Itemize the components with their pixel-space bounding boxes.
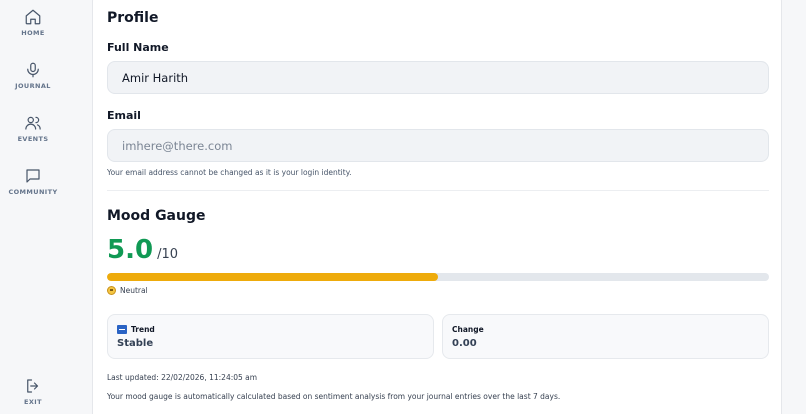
email-hint: Your email address cannot be changed as … xyxy=(107,168,352,177)
neutral-face-icon xyxy=(107,286,116,295)
home-icon xyxy=(25,9,41,25)
trend-label-row: Trend xyxy=(117,325,155,334)
mood-score-max: /10 xyxy=(157,247,178,262)
exit-label: EXIT xyxy=(24,398,42,406)
profile-card: Profile Full Name Amir Harith Email imhe… xyxy=(92,0,782,414)
sidebar-item-label: EVENTS xyxy=(17,135,49,143)
mood-score: 5.0 /10 xyxy=(107,235,178,265)
sidebar: HOME JOURNAL EVENTS COMMUNITY EXIT xyxy=(0,0,66,414)
change-card: Change 0.00 xyxy=(442,314,769,359)
mood-status-label: Neutral xyxy=(120,286,148,295)
last-updated: Last updated: 22/02/2026, 11:24:05 am xyxy=(107,373,258,382)
full-name-input[interactable]: Amir Harith xyxy=(107,61,769,94)
sidebar-item-label: HOME xyxy=(21,29,45,37)
profile-title: Profile xyxy=(107,10,159,26)
trend-value: Stable xyxy=(117,338,154,349)
chat-icon xyxy=(26,169,40,183)
section-divider xyxy=(107,190,769,191)
mood-score-value: 5.0 xyxy=(107,235,154,265)
trend-label: Trend xyxy=(131,325,155,334)
mood-progress-track xyxy=(107,273,769,281)
trend-card: Trend Stable xyxy=(107,314,434,359)
email-field: imhere@there.com xyxy=(107,129,769,162)
sidebar-item-label: COMMUNITY xyxy=(8,188,58,196)
sidebar-item-community[interactable]: COMMUNITY xyxy=(0,167,66,196)
email-value: imhere@there.com xyxy=(122,138,233,153)
mood-progress-fill xyxy=(107,273,438,281)
change-value: 0.00 xyxy=(452,338,477,349)
trend-icon xyxy=(117,325,127,334)
email-label: Email xyxy=(107,109,141,122)
change-label: Change xyxy=(452,325,484,334)
full-name-value: Amir Harith xyxy=(122,70,189,85)
exit-icon xyxy=(27,379,39,393)
mood-status: Neutral xyxy=(107,286,148,295)
exit-button[interactable]: EXIT xyxy=(0,377,66,406)
sidebar-item-home[interactable]: HOME xyxy=(0,8,66,37)
sidebar-item-events[interactable]: EVENTS xyxy=(0,114,66,143)
microphone-icon xyxy=(27,62,39,78)
full-name-label: Full Name xyxy=(107,41,169,54)
sidebar-item-label: JOURNAL xyxy=(15,82,51,90)
mood-description: Your mood gauge is automatically calcula… xyxy=(107,392,561,401)
mood-gauge-title: Mood Gauge xyxy=(107,208,206,224)
users-icon xyxy=(25,116,41,130)
sidebar-item-journal[interactable]: JOURNAL xyxy=(0,61,66,90)
